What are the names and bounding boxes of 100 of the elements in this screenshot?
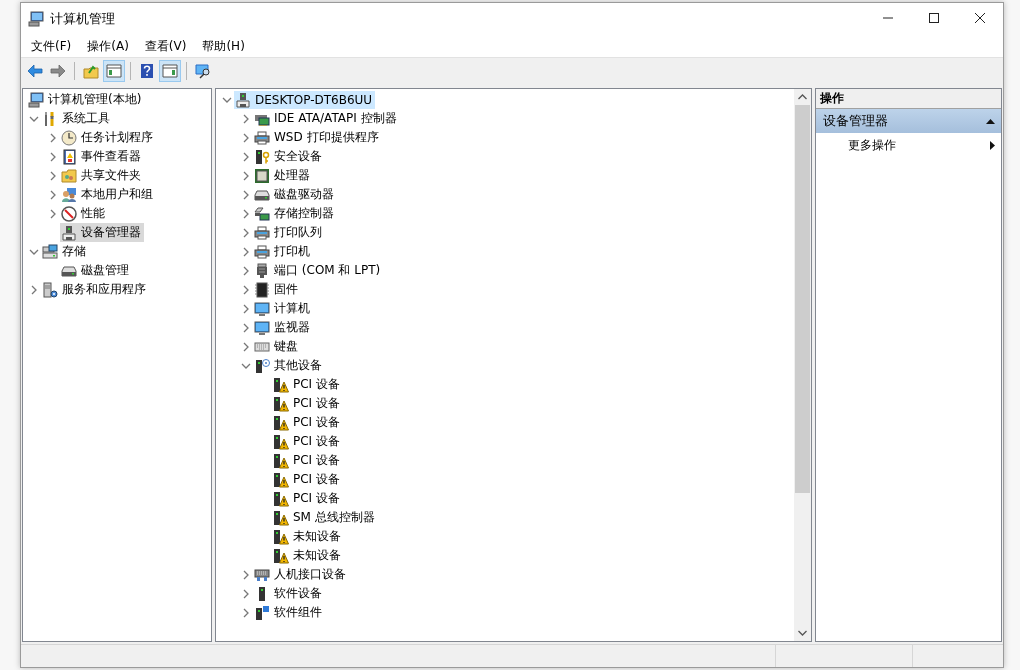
chevron-right-icon[interactable] — [241, 265, 251, 276]
tree-item[interactable]: 性能 — [60, 204, 108, 223]
printer-icon — [254, 224, 270, 241]
tree-item[interactable]: 打印机 — [253, 242, 313, 261]
maximize-icon — [929, 13, 939, 23]
tree-item[interactable]: 未知设备 — [272, 546, 344, 565]
tree-item[interactable]: 人机接口设备 — [253, 565, 349, 584]
monitor-icon — [254, 319, 270, 336]
chip-icon — [254, 281, 270, 298]
chevron-right-icon[interactable] — [241, 322, 251, 333]
menu-item[interactable]: 帮助(H) — [196, 37, 251, 55]
tree-item[interactable]: 事件查看器 — [60, 147, 144, 166]
tree-item[interactable]: 处理器 — [253, 166, 313, 185]
tree-item[interactable]: 存储控制器 — [253, 204, 337, 223]
tree-item[interactable]: 计算机 — [253, 299, 313, 318]
tree-item[interactable]: 系统工具 — [41, 109, 113, 128]
tree-item[interactable]: 共享文件夹 — [60, 166, 144, 185]
printer-icon — [254, 129, 270, 146]
tree-item[interactable]: PCI 设备 — [272, 489, 343, 508]
collapse-triangle-icon[interactable] — [986, 118, 995, 124]
tree-item[interactable]: 设备管理器 — [60, 223, 144, 242]
action-pane-icon — [162, 63, 178, 79]
menu-item[interactable]: 查看(V) — [138, 37, 193, 55]
menu-item[interactable]: 文件(F) — [25, 37, 78, 55]
tree-item[interactable]: 计算机管理(本地) — [27, 90, 145, 109]
tree-item[interactable]: PCI 设备 — [272, 413, 343, 432]
chevron-right-icon[interactable] — [241, 246, 251, 257]
chevron-right-icon[interactable] — [241, 284, 251, 295]
chevron-right-icon[interactable] — [241, 607, 251, 618]
scroll-up-icon[interactable] — [798, 94, 807, 100]
tree-item[interactable]: DESKTOP-DT6B6UU — [234, 90, 376, 109]
monitor-search-icon — [195, 63, 211, 79]
tree-item[interactable]: 安全设备 — [253, 147, 325, 166]
scroll-down-icon[interactable] — [798, 630, 807, 636]
tree-item[interactable]: 固件 — [253, 280, 301, 299]
chevron-right-icon[interactable] — [29, 284, 39, 295]
tree-item[interactable]: WSD 打印提供程序 — [253, 128, 382, 147]
chevron-right-icon[interactable] — [241, 303, 251, 314]
tree-item[interactable]: 其他设备 — [253, 356, 325, 375]
warning-device-icon — [273, 528, 289, 545]
server-gear-icon — [42, 281, 58, 298]
tree-item[interactable]: 本地用户和组 — [60, 185, 156, 204]
chevron-right-icon[interactable] — [241, 151, 251, 162]
tree-item[interactable]: PCI 设备 — [272, 470, 343, 489]
device-icon — [235, 91, 251, 108]
warning-device-icon — [273, 547, 289, 564]
console-tree-button[interactable] — [103, 60, 125, 82]
chevron-right-icon[interactable] — [241, 341, 251, 352]
tree-item[interactable]: PCI 设备 — [272, 432, 343, 451]
computer-icon — [28, 91, 44, 108]
chevron-right-icon[interactable] — [241, 227, 251, 238]
forward-arrow-icon — [50, 63, 66, 79]
tree-item[interactable]: 监视器 — [253, 318, 313, 337]
log-book-icon — [61, 148, 77, 165]
chevron-right-icon[interactable] — [48, 151, 58, 162]
monitor-icon — [254, 300, 270, 317]
chevron-right-icon[interactable] — [48, 208, 58, 219]
tree-item[interactable]: 任务计划程序 — [60, 128, 156, 147]
tree-item[interactable]: 存储 — [41, 242, 89, 261]
tree-item[interactable]: 未知设备 — [272, 527, 344, 546]
chevron-right-icon[interactable] — [48, 189, 58, 200]
chevron-right-icon[interactable] — [241, 113, 251, 124]
tree-item[interactable]: 软件组件 — [253, 603, 325, 622]
actions-header: 操作 — [816, 89, 1001, 109]
chevron-right-icon[interactable] — [241, 170, 251, 181]
chevron-right-icon[interactable] — [48, 132, 58, 143]
unknown-device-icon — [254, 357, 270, 374]
section-title: 设备管理器 — [823, 112, 888, 130]
tree-item[interactable]: 软件设备 — [253, 584, 325, 603]
tree-item[interactable]: PCI 设备 — [272, 394, 343, 413]
tree-item[interactable]: PCI 设备 — [272, 451, 343, 470]
warning-device-icon — [273, 395, 289, 412]
tree-item[interactable]: IDE ATA/ATAPI 控制器 — [253, 109, 400, 128]
chevron-right-icon[interactable] — [241, 189, 251, 200]
action-item[interactable]: 更多操作 — [816, 133, 1001, 157]
chevron-right-icon[interactable] — [241, 132, 251, 143]
tree-item[interactable]: PCI 设备 — [272, 375, 343, 394]
chevron-right-icon[interactable] — [241, 588, 251, 599]
tree-item[interactable]: SM 总线控制器 — [272, 508, 378, 527]
shared-folder-icon — [61, 167, 77, 184]
warning-device-icon — [273, 376, 289, 393]
tree-item[interactable]: 键盘 — [253, 337, 301, 356]
tree-item[interactable]: 磁盘驱动器 — [253, 185, 337, 204]
tower-key-icon — [254, 148, 270, 165]
chevron-right-icon[interactable] — [241, 569, 251, 580]
action-pane-button[interactable] — [159, 60, 181, 82]
tree-item[interactable]: 服务和应用程序 — [41, 280, 149, 299]
chevron-right-icon[interactable] — [241, 208, 251, 219]
tree-item[interactable]: 打印队列 — [253, 223, 325, 242]
scrollbar-thumb[interactable] — [795, 105, 810, 493]
actions-section-header[interactable]: 设备管理器 — [816, 109, 1001, 133]
tree-item[interactable]: 端口 (COM 和 LPT) — [253, 261, 384, 280]
help-icon — [139, 63, 155, 79]
computer-icon — [28, 11, 44, 27]
chevron-right-icon[interactable] — [48, 170, 58, 181]
input-device-icon — [254, 566, 270, 583]
software-component-icon — [254, 604, 270, 621]
vertical-scrollbar[interactable] — [794, 89, 811, 641]
tree-item[interactable]: 磁盘管理 — [60, 261, 132, 280]
menu-item[interactable]: 操作(A) — [81, 37, 135, 55]
